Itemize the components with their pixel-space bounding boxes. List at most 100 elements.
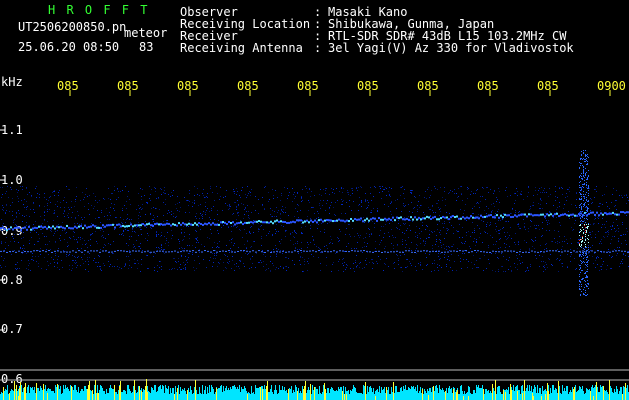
noise-dot bbox=[293, 236, 294, 237]
noise-dot bbox=[39, 197, 40, 198]
level-bar bbox=[244, 386, 245, 400]
echo-dot bbox=[580, 254, 581, 255]
noise-dot bbox=[454, 261, 455, 262]
noise-dot bbox=[165, 199, 166, 200]
noise-dot bbox=[351, 188, 352, 189]
noise-dot bbox=[410, 230, 411, 231]
noise-dot bbox=[167, 213, 168, 214]
noise-dot bbox=[234, 243, 235, 244]
noise-dot bbox=[262, 197, 263, 198]
level-bar bbox=[618, 394, 619, 400]
noise-dot bbox=[405, 240, 406, 241]
noise-dot bbox=[332, 264, 333, 265]
noise-dot bbox=[180, 207, 181, 208]
noise-dot bbox=[426, 265, 427, 266]
level-bar bbox=[589, 389, 590, 400]
noise-dot bbox=[210, 188, 211, 189]
level-bar bbox=[412, 387, 413, 400]
noise-dot bbox=[626, 203, 627, 204]
level-bar bbox=[284, 387, 285, 400]
noise-dot bbox=[139, 208, 140, 209]
noise-dot bbox=[248, 215, 249, 216]
noise-dot bbox=[110, 207, 111, 208]
noise-dot bbox=[44, 206, 45, 207]
carrier-dot bbox=[66, 251, 68, 253]
noise-dot bbox=[347, 265, 348, 266]
noise-dot bbox=[173, 258, 174, 259]
noise-dot bbox=[614, 228, 615, 229]
noise-dot bbox=[388, 191, 389, 192]
noise-dot bbox=[205, 206, 206, 207]
noise-dot bbox=[93, 260, 94, 261]
noise-dot bbox=[138, 193, 139, 194]
carrier-dot bbox=[114, 250, 116, 252]
echo-dot bbox=[580, 289, 581, 290]
carrier-dot bbox=[522, 251, 524, 253]
noise-dot bbox=[514, 203, 515, 204]
noise-dot bbox=[365, 193, 366, 194]
noise-dot bbox=[495, 213, 496, 214]
noise-dot bbox=[171, 269, 172, 270]
noise-dot bbox=[245, 194, 246, 195]
noise-dot bbox=[584, 231, 585, 232]
noise-dot bbox=[183, 226, 184, 227]
noise-dot bbox=[364, 246, 365, 247]
carrier-dot bbox=[234, 251, 236, 253]
noise-dot bbox=[428, 237, 429, 238]
noise-dot bbox=[268, 201, 269, 202]
noise-dot bbox=[150, 213, 151, 214]
noise-dot bbox=[5, 213, 6, 214]
noise-dot bbox=[237, 213, 238, 214]
level-bar bbox=[431, 392, 432, 400]
noise-dot bbox=[411, 250, 412, 251]
noise-dot bbox=[462, 237, 463, 238]
noise-dot bbox=[85, 261, 86, 262]
noise-dot bbox=[24, 216, 25, 217]
noise-dot bbox=[349, 234, 350, 235]
level-bar bbox=[257, 388, 258, 400]
noise-dot bbox=[510, 266, 511, 267]
noise-dot bbox=[184, 265, 185, 266]
noise-dot bbox=[488, 247, 489, 248]
noise-dot bbox=[468, 231, 469, 232]
noise-dot bbox=[581, 188, 582, 189]
noise-dot bbox=[303, 271, 304, 272]
carrier-dot bbox=[120, 250, 122, 252]
noise-dot bbox=[123, 219, 124, 220]
carrier-dot bbox=[498, 216, 500, 219]
carrier-dot bbox=[10, 226, 12, 229]
noise-dot bbox=[358, 187, 359, 188]
noise-dot bbox=[35, 221, 36, 222]
echo-dot bbox=[579, 265, 580, 266]
carrier-dot bbox=[162, 250, 164, 252]
carrier-dot bbox=[30, 228, 32, 231]
noise-dot bbox=[60, 207, 61, 208]
noise-dot bbox=[199, 263, 200, 264]
noise-dot bbox=[258, 213, 259, 214]
noise-dot bbox=[140, 207, 141, 208]
noise-dot bbox=[183, 268, 184, 269]
noise-dot bbox=[431, 190, 432, 191]
carrier-dot bbox=[264, 251, 266, 253]
level-bar bbox=[396, 386, 397, 400]
noise-dot bbox=[445, 199, 446, 200]
level-bar bbox=[389, 394, 390, 400]
noise-dot bbox=[320, 249, 321, 250]
level-bar bbox=[399, 392, 400, 400]
noise-dot bbox=[134, 259, 135, 260]
carrier-dot bbox=[6, 229, 8, 232]
noise-dot bbox=[392, 235, 393, 236]
noise-dot bbox=[346, 202, 347, 203]
noise-dot bbox=[134, 263, 135, 264]
noise-dot bbox=[250, 258, 251, 259]
level-bar bbox=[198, 394, 199, 400]
noise-dot bbox=[443, 227, 444, 228]
noise-dot bbox=[29, 243, 30, 244]
noise-dot bbox=[310, 242, 311, 243]
noise-dot bbox=[572, 230, 573, 231]
carrier-dot bbox=[86, 226, 88, 229]
noise-dot bbox=[141, 234, 142, 235]
level-bar bbox=[191, 390, 192, 400]
noise-dot bbox=[163, 192, 164, 193]
noise-dot bbox=[451, 225, 452, 226]
